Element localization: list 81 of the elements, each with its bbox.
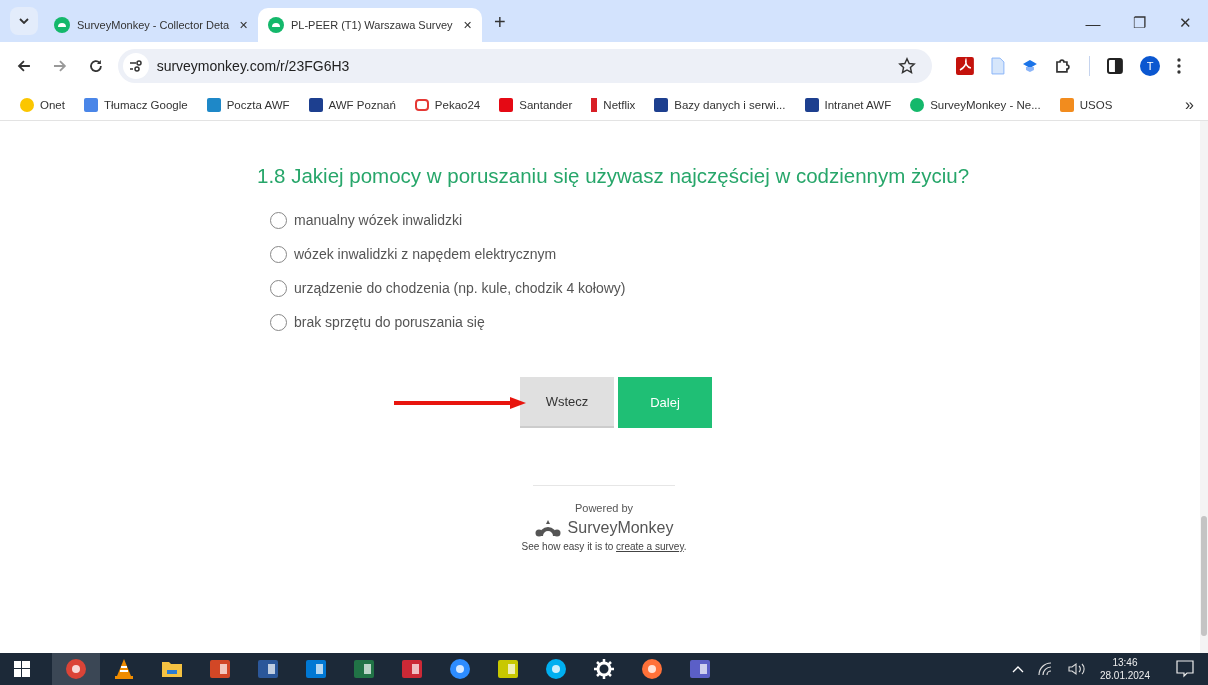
bookmark-link[interactable]: Netflix: [591, 98, 636, 112]
pdf-extension-icon[interactable]: [955, 57, 974, 75]
clock-date: 28.01.2024: [1099, 669, 1150, 682]
brand-name: SurveyMonkey: [567, 519, 674, 537]
profile-avatar[interactable]: T: [1140, 56, 1160, 76]
bookmark-link[interactable]: Onet: [20, 98, 65, 112]
reload-icon[interactable]: [87, 58, 104, 74]
radio-button[interactable]: [270, 313, 287, 331]
back-icon[interactable]: [16, 58, 32, 74]
site-icon: [54, 17, 70, 33]
menu-icon[interactable]: [1177, 58, 1181, 74]
scrollbar[interactable]: [1200, 121, 1208, 653]
windows-start-icon[interactable]: [14, 661, 30, 677]
scrollbar-thumb[interactable]: [1201, 516, 1207, 636]
bookmark-link[interactable]: Intranet AWF: [804, 98, 892, 112]
app-icon: [401, 658, 423, 680]
answer-option[interactable]: brak sprzętu do poruszania się: [257, 305, 951, 339]
tagline-text: See how easy it is to create a survey.: [521, 541, 687, 552]
back-button[interactable]: Wstecz: [520, 377, 614, 428]
bookmark-link[interactable]: Tłumacz Google: [83, 98, 188, 112]
option-label: brak sprzętu do poruszania się: [294, 314, 485, 330]
answer-option[interactable]: manualny wózek inwalidzki: [257, 203, 951, 237]
url-text: surveymonkey.com/r/23FG6H3: [156, 58, 350, 74]
window-control-button[interactable]: ❐: [1116, 14, 1162, 32]
wifi-icon[interactable]: [1037, 662, 1054, 676]
traffic-cone-icon: [113, 658, 135, 680]
chevron-icon: [19, 18, 29, 24]
app-icon: [65, 658, 87, 680]
app-icon: [641, 658, 663, 680]
radio-button[interactable]: [270, 279, 287, 297]
bookmark-link[interactable]: Bazy danych i serwi...: [654, 98, 786, 112]
app-icon: [449, 658, 471, 680]
site-icon: [268, 17, 284, 33]
notification-icon[interactable]: [1176, 660, 1194, 678]
app-icon: [257, 658, 279, 680]
app-icon: [545, 658, 567, 680]
new-tab-button[interactable]: +: [494, 11, 506, 34]
browser-tab[interactable]: PL-PEER (T1) Warszawa Survey ✕: [258, 8, 482, 42]
chevron-up-icon[interactable]: [1011, 665, 1024, 673]
answer-option[interactable]: urządzenie do chodzenia (np. kule, chodzik 4 kołowy): [257, 271, 951, 305]
close-tab-button[interactable]: ✕: [239, 18, 248, 32]
bookmark-link[interactable]: Poczta AWF: [206, 98, 290, 112]
answer-option[interactable]: wózek inwalidzki z napędem elektrycznym: [257, 237, 951, 271]
option-label: manualny wózek inwalidzki: [294, 212, 463, 228]
app-icon: [209, 658, 231, 680]
tab-title: PL-PEER (T1) Warszawa Survey: [291, 19, 454, 31]
address-bar[interactable]: surveymonkey.com/r/23FG6H3: [117, 49, 932, 83]
powered-by-text: Powered by: [574, 502, 634, 514]
gear-icon: [593, 658, 615, 680]
app-icon: [353, 658, 375, 680]
taskbar-app-button[interactable]: [52, 653, 100, 685]
browser-tab[interactable]: SurveyMonkey - Collector Deta ✕: [44, 8, 258, 42]
app-icon: [497, 658, 519, 680]
bookmark-link[interactable]: Santander: [499, 98, 573, 112]
radio-button[interactable]: [270, 211, 287, 229]
bookmark-link[interactable]: AWF Poznań: [308, 98, 396, 112]
bookmark-link[interactable]: Pekao24: [414, 99, 481, 111]
option-label: wózek inwalidzki z napędem elektrycznym: [294, 246, 557, 262]
tab-search-button[interactable]: [10, 7, 38, 35]
site-settings-icon[interactable]: [122, 53, 149, 79]
app-icon: [305, 658, 327, 680]
graduation-cap-icon[interactable]: [1021, 59, 1038, 73]
forward-icon[interactable]: [51, 58, 68, 74]
option-label: urządzenie do chodzenia (np. kule, chodzik 4 kołowy): [294, 280, 626, 296]
question-title: 1.8 Jakiej pomocy w poruszaniu się używasz najczęściej w codziennym życiu?: [257, 163, 971, 189]
window-control-button[interactable]: —: [1070, 15, 1116, 32]
app-icon: [689, 658, 711, 680]
window-control-button[interactable]: ✕: [1162, 14, 1208, 32]
logo-icon: [534, 519, 561, 537]
extensions-icon[interactable]: [1054, 57, 1073, 75]
star-icon[interactable]: [897, 57, 916, 75]
more-bookmarks-button[interactable]: »: [1185, 96, 1194, 114]
radio-button[interactable]: [270, 245, 287, 263]
clock-time: 13:46: [1112, 656, 1138, 669]
speaker-icon[interactable]: [1067, 662, 1086, 676]
bookmark-link[interactable]: SurveyMonkey - Ne...: [910, 98, 1041, 112]
bookmark-link[interactable]: USOS: [1059, 98, 1113, 112]
create-survey-link[interactable]: create a survey: [616, 541, 684, 552]
side-panel-icon[interactable]: [1107, 58, 1124, 74]
close-tab-button[interactable]: ✕: [463, 18, 472, 32]
tab-title: SurveyMonkey - Collector Deta: [77, 19, 231, 31]
